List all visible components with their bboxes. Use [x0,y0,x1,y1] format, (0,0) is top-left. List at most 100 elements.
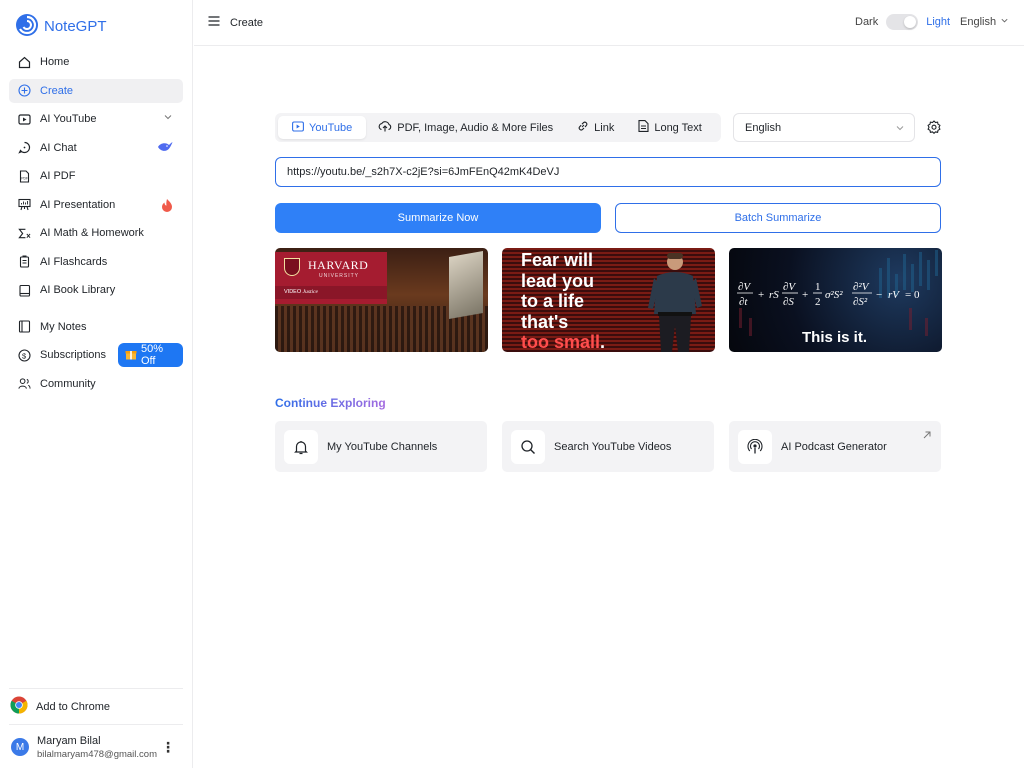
language-select-value: English [745,121,782,134]
settings-gear-icon[interactable] [927,120,941,137]
video-thumbnail-fear[interactable]: Fear will lead you to a life that's too … [502,248,715,352]
chevron-down-icon [1000,16,1009,28]
card-search-youtube-videos[interactable]: Search YouTube Videos [502,421,714,472]
tab-long-text[interactable]: Long Text [626,116,714,139]
sidebar-nav: Home Create AI YouTube AI Chat PDF AI PD… [9,50,183,400]
plus-circle-icon [18,84,31,97]
user-profile[interactable]: M Maryam Bilal bilalmaryam478@gmail.com … [9,725,183,768]
sidebar-item-create[interactable]: Create [9,78,183,103]
card-ai-podcast-generator[interactable]: AI Podcast Generator [729,421,941,472]
sidebar-footer: Add to Chrome M Maryam Bilal bilalmaryam… [9,688,183,768]
chevron-down-icon[interactable] [163,112,173,125]
speaker-image [648,253,702,352]
play-square-icon [292,120,304,135]
math-caption: This is it. [802,329,868,346]
theme-toggle[interactable] [886,14,919,30]
pdf-icon: PDF [18,169,31,183]
svg-text:∂²V: ∂²V [853,281,870,293]
sidebar-item-ai-youtube[interactable]: AI YouTube [9,107,183,131]
svg-text:∂V: ∂V [783,281,796,293]
brand-name: NoteGPT [44,18,107,35]
nav-divider [9,307,183,315]
sidebar-item-ai-chat[interactable]: AI Chat [9,136,183,160]
fear-headline: Fear will lead you to a life that's too … [521,250,605,352]
svg-text:∂V: ∂V [738,281,751,293]
search-icon [511,429,545,464]
svg-text:1: 1 [815,281,821,293]
projector-screen-image [449,251,483,319]
language-label: English [960,16,997,28]
language-dropdown[interactable]: English [960,16,1009,28]
fear-line-4: that's [521,311,569,332]
harvard-subtitle: UNIVERSITY [319,273,360,279]
sidebar-item-label: Home [40,56,70,68]
fear-line-1: Fear will [521,250,594,270]
summarize-now-button[interactable]: Summarize Now [275,203,601,233]
sidebar-item-ai-pdf[interactable]: PDF AI PDF [9,164,183,188]
video-thumbnail-harvard[interactable]: HARVARD UNIVERSITY VIDEO Justice [275,248,488,352]
dollar-circle-icon: $ [18,348,31,362]
user-name: Maryam Bilal [37,734,101,747]
sidebar-item-ai-flashcards[interactable]: AI Flashcards [9,250,183,274]
chrome-icon [10,696,28,717]
language-select[interactable]: English [733,113,915,142]
svg-text:+: + [758,289,764,301]
brand[interactable]: NoteGPT [14,12,107,41]
sidebar-item-community[interactable]: Community [9,372,183,396]
podcast-icon [738,429,772,464]
card-label: Search YouTube Videos [554,440,672,453]
users-icon [18,377,31,390]
svg-text:σ²S²: σ²S² [825,289,843,301]
tab-files[interactable]: PDF, Image, Audio & More Files [366,116,565,139]
sidebar-item-label: AI Presentation [40,198,116,211]
card-label: My YouTube Channels [327,440,438,453]
sidebar-item-ai-presentation[interactable]: AI Presentation [9,193,183,217]
card-my-youtube-channels[interactable]: My YouTube Channels [275,421,487,472]
theme-light-label: Light [926,16,951,28]
sidebar-item-ai-book-library[interactable]: AI Book Library [9,278,183,302]
promo-badge-button[interactable]: 50% Off [118,343,183,367]
sidebar-item-label: Subscriptions [40,349,107,361]
harvard-video-label: VIDEO Justice [284,289,318,295]
fear-highlight: too small [521,332,601,352]
more-vertical-icon[interactable]: ⋮ [161,739,175,756]
fear-line-3: to a life [521,291,585,311]
tab-youtube[interactable]: YouTube [278,116,367,139]
harvard-title: HARVARD [308,258,369,272]
video-label: VIDEO [284,289,302,295]
sidebar-item-label: Create [40,84,74,97]
document-icon [638,120,649,135]
fear-line-2: lead you [521,270,595,291]
sidebar-item-label: My Notes [40,320,87,333]
avatar: M [11,738,29,756]
theme-switcher: Dark Light [855,14,950,30]
flashcards-icon [18,255,31,268]
swirl-logo-icon [14,12,40,41]
menu-icon[interactable] [208,16,220,29]
tab-label: PDF, Image, Audio & More Files [397,121,554,134]
svg-text:−: − [876,289,882,301]
svg-text:rS: rS [769,289,779,301]
svg-text:PDF: PDF [21,176,28,180]
sidebar-item-ai-math[interactable]: AI Math & Homework [9,221,183,245]
sidebar-item-label: AI Flashcards [40,255,108,268]
sidebar-item-my-notes[interactable]: My Notes [9,315,183,339]
external-arrow-icon [922,429,932,443]
svg-text:∂t: ∂t [739,296,748,308]
sidebar-item-label: AI PDF [40,170,76,182]
gift-icon [125,348,137,363]
batch-summarize-button[interactable]: Batch Summarize [615,203,941,233]
video-url-input[interactable] [275,157,941,187]
tab-link[interactable]: Link [565,116,626,139]
cloud-upload-icon [378,120,392,135]
sidebar-item-subscriptions[interactable]: $ Subscriptions 50% Off [9,343,183,367]
video-thumbnail-black-scholes[interactable]: ∂V ∂t + rS ∂V ∂S + 1 2 σ²S² ∂²V ∂S² − rV = 0… [729,248,942,352]
add-to-chrome-button[interactable]: Add to Chrome [9,689,183,725]
add-to-chrome-label: Add to Chrome [36,700,110,713]
sigma-icon [18,227,31,240]
sidebar-item-home[interactable]: Home [9,50,183,74]
continue-exploring-heading: Continue Exploring [275,396,386,410]
series-label: Justice [302,289,318,295]
svg-text:2: 2 [815,296,821,308]
tab-label: Link [594,121,615,134]
